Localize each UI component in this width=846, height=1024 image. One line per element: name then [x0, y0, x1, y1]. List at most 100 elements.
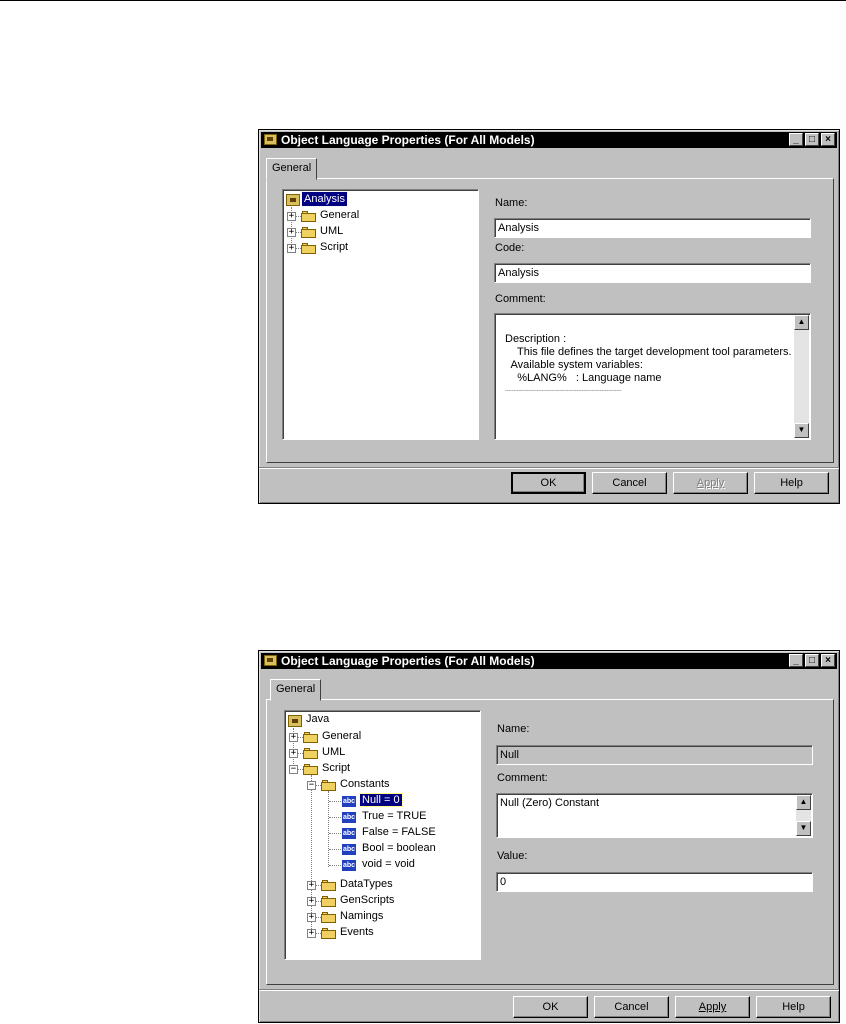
maximize-icon[interactable]: □: [805, 654, 819, 667]
scroll-up-icon[interactable]: ▲: [796, 795, 811, 810]
app-icon: [264, 655, 277, 666]
apply-button[interactable]: Apply: [675, 996, 750, 1018]
value-input[interactable]: 0: [496, 872, 813, 892]
comment-line: Available system variables:: [505, 359, 643, 371]
comment-textarea[interactable]: Description : This file defines the targ…: [494, 313, 811, 440]
maximize-icon[interactable]: □: [805, 133, 819, 146]
comment-line: %LANG% : Language name: [505, 372, 662, 384]
title-bar[interactable]: Object Language Properties (For All Mode…: [261, 653, 837, 669]
app-icon: [264, 134, 277, 145]
tree-item-datatypes[interactable]: DataTypes: [340, 878, 393, 890]
abc-icon: abc: [342, 860, 356, 871]
tree-item-bool-constant[interactable]: Bool = boolean: [362, 842, 436, 854]
window-title: Object Language Properties (For All Mode…: [281, 654, 535, 668]
tree-item-null-constant[interactable]: Null = 0: [359, 793, 403, 807]
ok-button[interactable]: OK: [511, 472, 586, 494]
collapse-constants-icon[interactable]: −: [307, 781, 316, 790]
code-input[interactable]: Analysis: [494, 263, 811, 283]
properties-dialog-analysis: Object Language Properties (For All Mode…: [258, 129, 840, 504]
page-top-rule: [0, 0, 846, 1]
folder-icon: [321, 880, 337, 891]
tab-general[interactable]: General: [270, 679, 322, 701]
help-button[interactable]: Help: [756, 996, 831, 1018]
scroll-down-icon[interactable]: ▼: [794, 423, 809, 438]
comment-scrollbar[interactable]: ▲ ▼: [796, 795, 811, 836]
comment-text: Null (Zero) Constant: [500, 797, 600, 809]
tree-item-uml[interactable]: UML: [320, 225, 343, 237]
language-icon: [286, 194, 300, 206]
apply-button[interactable]: Apply: [673, 472, 748, 494]
tree-line: [329, 849, 341, 851]
window-title: Object Language Properties (For All Mode…: [281, 133, 535, 147]
tree-root-analysis[interactable]: Analysis: [301, 191, 348, 207]
cancel-button[interactable]: Cancel: [594, 996, 669, 1018]
tree-line: [311, 775, 313, 933]
abc-icon: abc: [342, 828, 356, 839]
collapse-script-icon[interactable]: −: [289, 765, 298, 774]
abc-icon: abc: [342, 844, 356, 855]
expand-genscripts-icon[interactable]: +: [307, 897, 316, 906]
close-icon[interactable]: ×: [821, 133, 835, 146]
tree-item-script[interactable]: Script: [320, 241, 348, 253]
tree-view[interactable]: Analysis + General + UML + Script: [282, 189, 479, 440]
tree-item-genscripts[interactable]: GenScripts: [340, 894, 394, 906]
expand-script-icon[interactable]: +: [287, 244, 296, 253]
folder-icon: [303, 732, 319, 743]
comment-line: ----------------------------------------…: [505, 388, 622, 394]
folder-icon: [321, 912, 337, 923]
name-label: Name:: [497, 723, 530, 735]
tree-item-general[interactable]: General: [322, 730, 361, 742]
tree-item-void-constant[interactable]: void = void: [362, 858, 415, 870]
name-input[interactable]: Null: [496, 745, 813, 765]
tree-item-constants[interactable]: Constants: [340, 778, 390, 790]
expand-uml-icon[interactable]: +: [287, 228, 296, 237]
value-label: Value:: [497, 850, 528, 862]
title-bar[interactable]: Object Language Properties (For All Mode…: [261, 132, 837, 148]
comment-label: Comment:: [495, 293, 546, 305]
minimize-icon[interactable]: _: [789, 133, 803, 146]
folder-icon: [303, 764, 319, 775]
ok-button[interactable]: OK: [513, 996, 588, 1018]
expand-events-icon[interactable]: +: [307, 929, 316, 938]
tree-item-namings[interactable]: Namings: [340, 910, 383, 922]
tree-line: [329, 865, 341, 867]
close-icon[interactable]: ×: [821, 654, 835, 667]
minimize-icon[interactable]: _: [789, 654, 803, 667]
name-input[interactable]: Analysis: [494, 218, 811, 238]
scroll-down-icon[interactable]: ▼: [796, 821, 811, 836]
tree-line: [329, 833, 341, 835]
tree-item-uml[interactable]: UML: [322, 746, 345, 758]
tree-line: [329, 801, 341, 803]
expand-uml-icon[interactable]: +: [289, 749, 298, 758]
cancel-button[interactable]: Cancel: [592, 472, 667, 494]
comment-textarea[interactable]: Null (Zero) Constant ▲ ▼: [496, 793, 813, 838]
tree-item-events[interactable]: Events: [340, 926, 374, 938]
properties-dialog-java: Object Language Properties (For All Mode…: [258, 650, 840, 1023]
scroll-up-icon[interactable]: ▲: [794, 315, 809, 330]
tree-root-java[interactable]: Java: [306, 713, 329, 725]
expand-general-icon[interactable]: +: [289, 733, 298, 742]
folder-icon: [321, 896, 337, 907]
tree-view[interactable]: Java + General + UML − Script − Constant…: [284, 710, 481, 960]
expand-namings-icon[interactable]: +: [307, 913, 316, 922]
separator: [259, 467, 839, 469]
code-label: Code:: [495, 242, 525, 254]
folder-icon: [321, 928, 337, 939]
folder-icon: [303, 748, 319, 759]
tree-item-general[interactable]: General: [320, 209, 359, 221]
tree-item-true-constant[interactable]: True = TRUE: [362, 810, 427, 822]
expand-datatypes-icon[interactable]: +: [307, 881, 316, 890]
comment-line: This file defines the target development…: [505, 346, 792, 358]
tab-general[interactable]: General: [266, 158, 318, 180]
help-button[interactable]: Help: [754, 472, 829, 494]
comment-scrollbar[interactable]: ▲ ▼: [794, 315, 809, 438]
tree-item-false-constant[interactable]: False = FALSE: [362, 826, 436, 838]
abc-icon: abc: [342, 812, 356, 823]
tree-item-script[interactable]: Script: [322, 762, 350, 774]
separator: [259, 989, 839, 991]
folder-icon: [301, 227, 317, 238]
tree-line: [329, 817, 341, 819]
expand-general-icon[interactable]: +: [287, 212, 296, 221]
comment-line: Description :: [505, 333, 567, 345]
language-icon: [288, 715, 302, 727]
